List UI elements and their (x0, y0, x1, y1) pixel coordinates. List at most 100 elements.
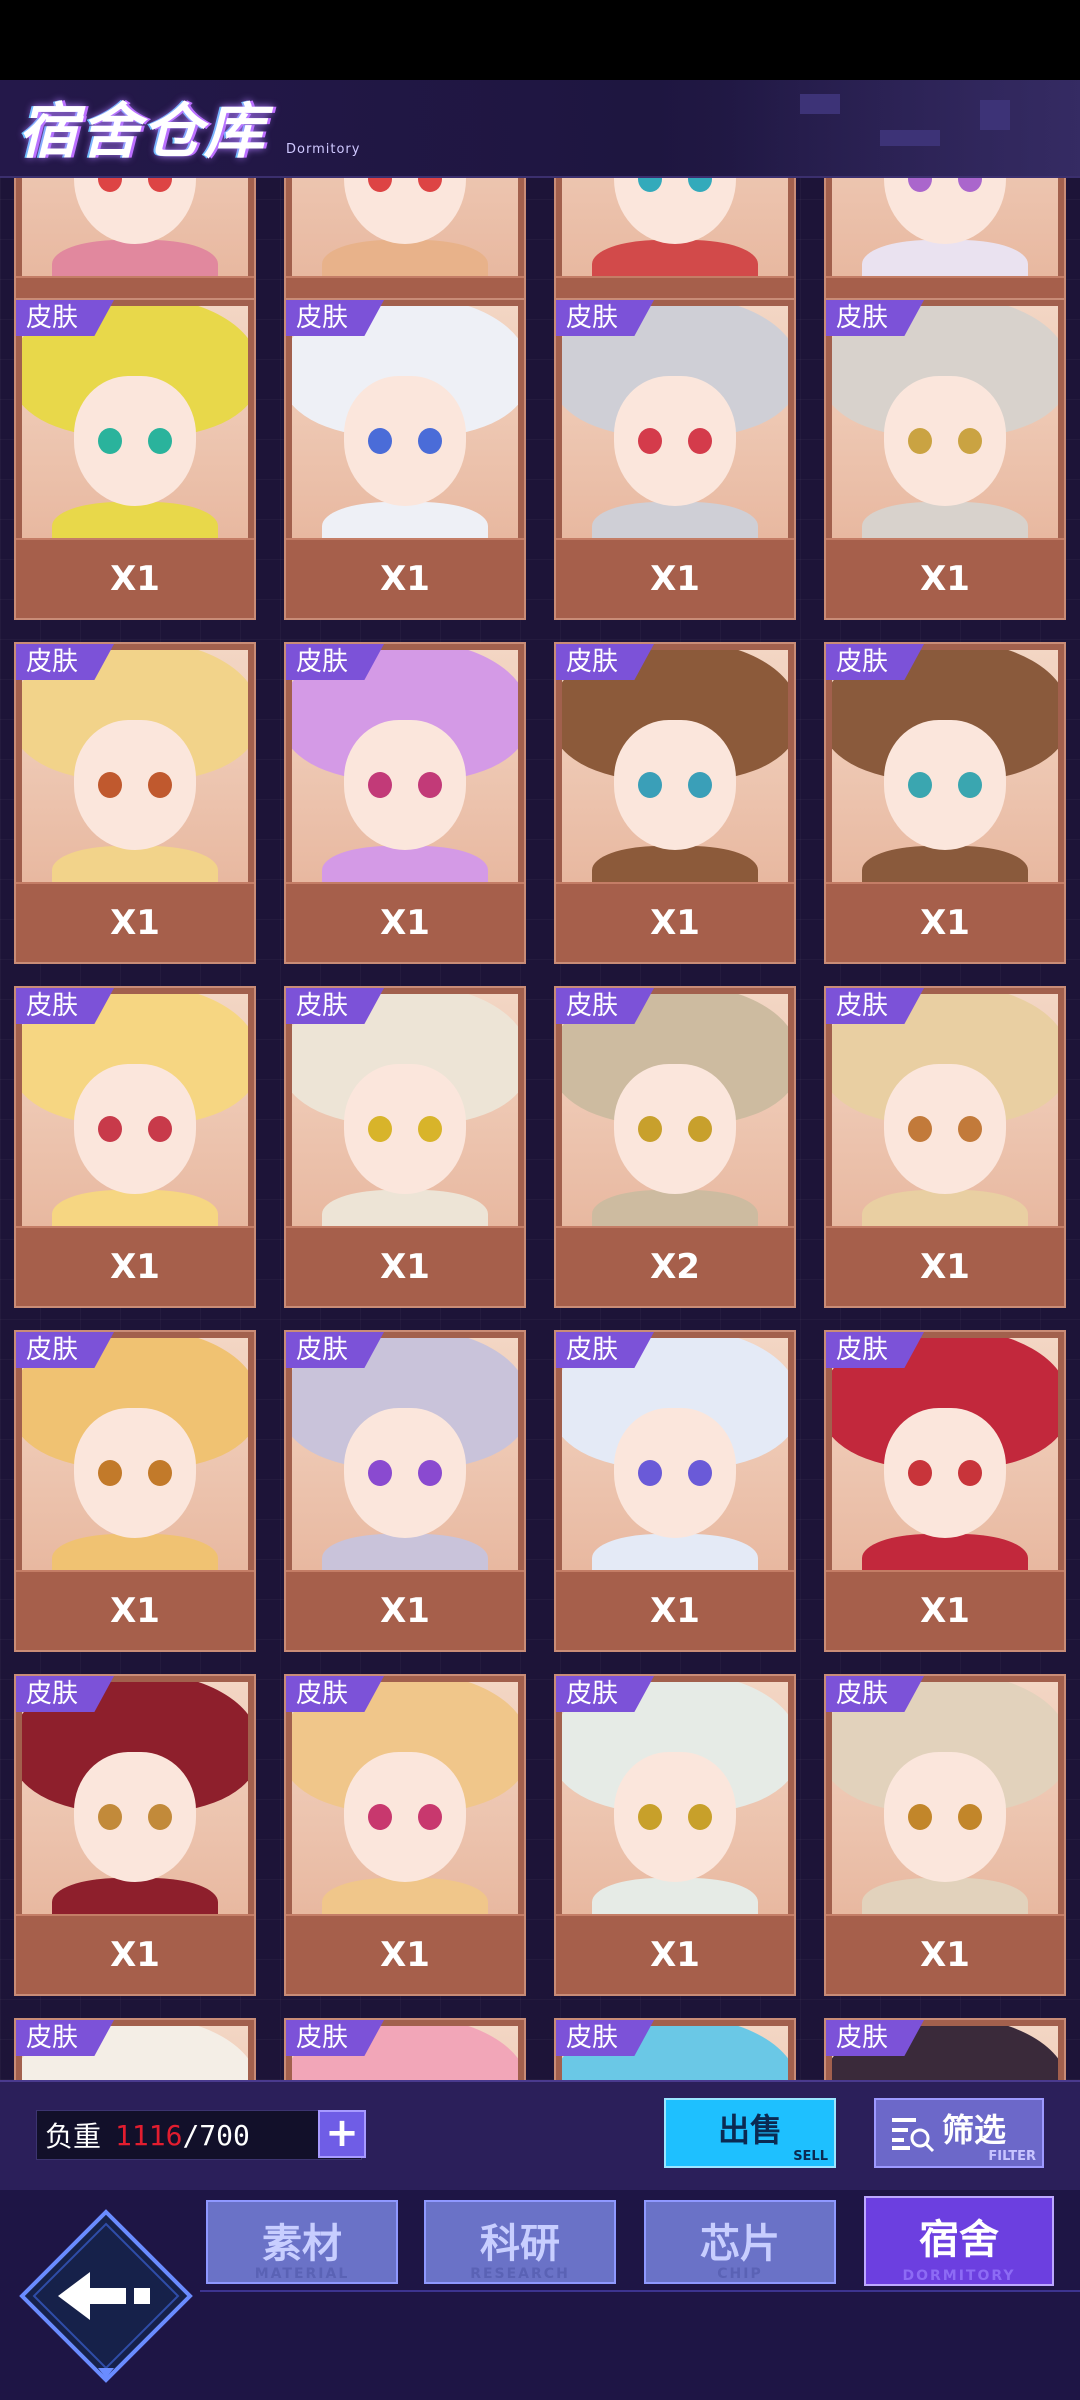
item-card[interactable]: 皮肤 X1 (554, 1330, 796, 1652)
portrait-body (322, 1534, 488, 1570)
character-portrait (562, 306, 788, 538)
item-card[interactable]: 皮肤 X1 (284, 986, 526, 1308)
portrait-face (884, 178, 1006, 244)
item-card[interactable]: 皮肤 X1 (824, 986, 1066, 1308)
portrait-body (862, 1190, 1028, 1226)
portrait-body (52, 846, 218, 882)
character-portrait (562, 650, 788, 882)
item-count: X1 (556, 882, 794, 962)
sell-button[interactable]: 出售 SELL (664, 2098, 836, 2168)
filter-button-sub: FILTER (988, 2149, 1036, 2164)
weight-current: 1116 (115, 2118, 183, 2152)
portrait-body (52, 240, 218, 276)
character-portrait (22, 306, 248, 538)
item-count: X1 (16, 1570, 254, 1650)
item-card[interactable]: 皮肤 X1 (284, 1330, 526, 1652)
character-portrait (832, 1682, 1058, 1914)
portrait-eye (638, 1460, 662, 1486)
item-card[interactable]: 皮肤 X1 (554, 298, 796, 620)
nav-divider (200, 2290, 1080, 2292)
item-count: X1 (286, 882, 524, 962)
item-card[interactable]: 皮肤 X1 (14, 642, 256, 964)
portrait-eye (908, 1460, 932, 1486)
portrait-face (74, 1752, 196, 1882)
sell-button-sub: SELL (793, 2149, 828, 2164)
tab-research-label: 科研 (480, 2221, 560, 2267)
character-portrait (562, 1338, 788, 1570)
item-card[interactable]: 皮肤 X1 (284, 1674, 526, 1996)
tab-research-sub: RESEARCH (470, 2266, 570, 2282)
tab-dormitory[interactable]: 宿舍 DORMITORY (864, 2196, 1054, 2286)
item-card[interactable]: 皮肤 (554, 2018, 796, 2080)
item-card[interactable]: 皮肤 X1 (14, 986, 256, 1308)
portrait-eye (688, 1804, 712, 1830)
item-count: X1 (286, 538, 524, 618)
item-count: X1 (556, 1570, 794, 1650)
character-portrait (832, 178, 1058, 276)
item-card[interactable]: 皮肤 X1 (824, 298, 1066, 620)
item-card[interactable]: 皮肤 X1 (824, 1330, 1066, 1652)
portrait-face (884, 720, 1006, 850)
portrait-eye (688, 772, 712, 798)
portrait-body (322, 846, 488, 882)
item-card[interactable]: 皮肤 X1 (824, 642, 1066, 964)
item-card[interactable]: 皮肤 (824, 2018, 1066, 2080)
tab-chip[interactable]: 芯片 CHIP (644, 2200, 836, 2284)
portrait-eye (908, 1804, 932, 1830)
filter-button[interactable]: 筛选 FILTER (874, 2098, 1044, 2168)
item-card[interactable]: 皮肤 X1 (554, 642, 796, 964)
portrait-eye (148, 428, 172, 454)
portrait-eye (368, 1804, 392, 1830)
character-portrait (562, 1682, 788, 1914)
tab-material-sub: MATERIAL (254, 2266, 350, 2282)
item-count: X2 (556, 1226, 794, 1306)
portrait-eye (688, 1460, 712, 1486)
portrait-body (52, 502, 218, 538)
item-card[interactable]: 皮肤 (284, 2018, 526, 2080)
item-card[interactable]: 皮肤 X1 (284, 298, 526, 620)
portrait-face (344, 376, 466, 506)
character-portrait (292, 650, 518, 882)
item-card[interactable]: 皮肤 X1 (554, 1674, 796, 1996)
character-portrait (292, 1338, 518, 1570)
character-portrait (292, 306, 518, 538)
portrait-body (862, 502, 1028, 538)
portrait-eye (368, 772, 392, 798)
item-card[interactable]: 皮肤 X1 (284, 642, 526, 964)
tab-research[interactable]: 科研 RESEARCH (424, 2200, 616, 2284)
portrait-body (52, 1534, 218, 1570)
character-portrait (292, 178, 518, 276)
item-card[interactable]: 皮肤 X1 (824, 1674, 1066, 1996)
header-decoration (720, 80, 1080, 176)
tab-chip-label: 芯片 (700, 2221, 780, 2267)
portrait-eye (638, 1116, 662, 1142)
portrait-body (592, 1534, 758, 1570)
portrait-face (344, 178, 466, 244)
portrait-eye (958, 1460, 982, 1486)
expand-capacity-button[interactable]: + (318, 2110, 366, 2158)
item-card[interactable]: 皮肤 X1 (14, 1674, 256, 1996)
portrait-eye (638, 428, 662, 454)
portrait-face (74, 720, 196, 850)
page-title: 宿舍仓库 (18, 97, 266, 167)
portrait-body (52, 1190, 218, 1226)
portrait-eye (908, 428, 932, 454)
character-portrait (832, 650, 1058, 882)
back-button[interactable] (18, 2208, 194, 2384)
portrait-body (322, 240, 488, 276)
portrait-face (884, 376, 1006, 506)
item-count: X1 (826, 1570, 1064, 1650)
portrait-body (322, 1878, 488, 1914)
tab-material[interactable]: 素材 MATERIAL (206, 2200, 398, 2284)
item-card[interactable]: 皮肤 X2 (554, 986, 796, 1308)
item-card[interactable]: 皮肤 (14, 2018, 256, 2080)
portrait-eye (418, 1804, 442, 1830)
portrait-eye (958, 1804, 982, 1830)
weight-max: /700 (182, 2118, 250, 2152)
portrait-eye (908, 772, 932, 798)
portrait-eye (148, 1116, 172, 1142)
item-card[interactable]: 皮肤 X1 (14, 298, 256, 620)
portrait-body (862, 1878, 1028, 1914)
item-card[interactable]: 皮肤 X1 (14, 1330, 256, 1652)
portrait-face (614, 376, 736, 506)
